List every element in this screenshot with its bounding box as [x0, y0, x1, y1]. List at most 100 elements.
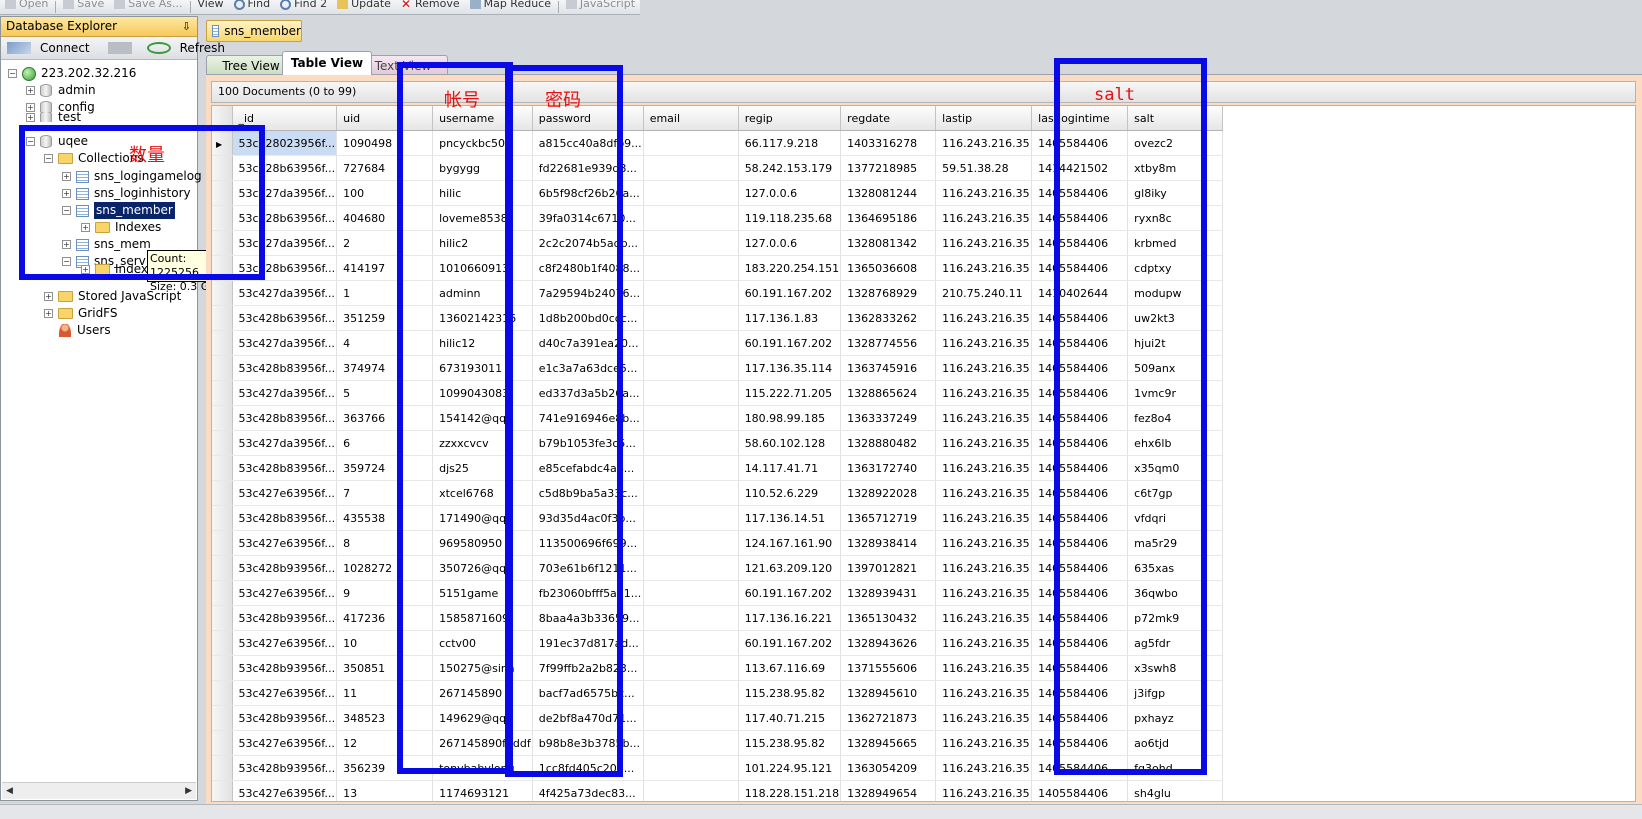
- cell-username[interactable]: cctv00: [432, 630, 533, 656]
- cell-username[interactable]: 350726@qq: [432, 555, 533, 581]
- tree-node-collection[interactable]: + sns_loginhistory: [62, 185, 191, 202]
- cell-id[interactable]: 53c427e63956f...: [232, 480, 338, 506]
- cell-id[interactable]: 53c428b63956f...: [232, 255, 338, 281]
- row-header[interactable]: [212, 205, 233, 231]
- cell-username[interactable]: 13602142316: [432, 305, 533, 331]
- cell-username[interactable]: bygygg: [432, 155, 533, 181]
- cell-uid[interactable]: 1: [336, 280, 434, 306]
- cell-lastlogintime[interactable]: 1405584406: [1031, 180, 1129, 206]
- cell-email[interactable]: [643, 730, 739, 756]
- cell-password[interactable]: 6b5f98cf26b26a...: [532, 180, 644, 206]
- cell-salt[interactable]: x35qm0: [1127, 455, 1224, 481]
- cell-salt[interactable]: ag5fdr: [1127, 630, 1224, 656]
- cell-regip[interactable]: 60.191.167.202: [738, 330, 842, 356]
- cell-id[interactable]: 53c428b93956f...: [232, 655, 338, 681]
- row-header[interactable]: [212, 155, 233, 181]
- cell-regdate[interactable]: 1328865624: [840, 380, 937, 406]
- cell-lastip[interactable]: 59.51.38.28: [935, 155, 1033, 181]
- cell-email[interactable]: [643, 680, 739, 706]
- cell-password[interactable]: 7f99ffb2a2b823...: [532, 655, 644, 681]
- collapse-icon[interactable]: −: [8, 69, 17, 78]
- row-header[interactable]: [212, 755, 233, 781]
- cell-salt[interactable]: vfdqri: [1127, 505, 1224, 531]
- table-row[interactable]: 53c428b63956f... 727684 bygygg fd22681e939d…: [212, 155, 1224, 181]
- cell-salt[interactable]: cdptxy: [1127, 255, 1224, 281]
- cell-regdate[interactable]: 1365036608: [840, 255, 937, 281]
- cell-regdate[interactable]: 1328081244: [840, 180, 937, 206]
- cell-salt[interactable]: 635xas: [1127, 555, 1224, 581]
- cell-username[interactable]: hilic12: [432, 330, 533, 356]
- cell-regip[interactable]: 117.136.1.83: [738, 305, 842, 331]
- cell-username[interactable]: 1585871609: [432, 605, 533, 631]
- table-row[interactable]: 53c428b63956f... 414197 1010660913 c8f2480b…: [212, 255, 1224, 281]
- expand-icon[interactable]: +: [26, 112, 35, 122]
- cell-id[interactable]: 53c428b93956f...: [232, 705, 338, 731]
- cell-username[interactable]: djs25: [432, 455, 533, 481]
- cell-lastip[interactable]: 116.243.216.35: [935, 255, 1033, 281]
- cell-password[interactable]: bacf7ad6575bc...: [532, 680, 644, 706]
- cell-lastlogintime[interactable]: 1405584406: [1031, 480, 1129, 506]
- cell-id[interactable]: 53c428b93956f...: [232, 605, 338, 631]
- cell-password[interactable]: b79b1053fe3c5...: [532, 430, 644, 456]
- cell-regip[interactable]: 117.136.14.51: [738, 505, 842, 531]
- cell-lastip[interactable]: 116.243.216.35: [935, 755, 1033, 781]
- cell-salt[interactable]: 509anx: [1127, 355, 1224, 381]
- cell-lastip[interactable]: 116.243.216.35: [935, 180, 1033, 206]
- cell-password[interactable]: e1c3a7a63dce5...: [532, 355, 644, 381]
- cell-email[interactable]: [643, 180, 739, 206]
- cell-regip[interactable]: 117.40.71.215: [738, 705, 842, 731]
- cell-lastip[interactable]: 116.243.216.35: [935, 405, 1033, 431]
- cell-regip[interactable]: 113.67.116.69: [738, 655, 842, 681]
- cell-lastlogintime[interactable]: 1405584406: [1031, 305, 1129, 331]
- cell-username[interactable]: 154142@qq: [432, 405, 533, 431]
- cell-regip[interactable]: 117.136.16.221: [738, 605, 842, 631]
- cell-salt[interactable]: ao6tjd: [1127, 730, 1224, 756]
- javascript-button[interactable]: JavaScript: [561, 0, 640, 11]
- cell-id[interactable]: 53c428b83956f...: [232, 405, 338, 431]
- cell-lastip[interactable]: 116.243.216.35: [935, 430, 1033, 456]
- cell-lastip[interactable]: 210.75.240.11: [935, 280, 1033, 306]
- cell-id[interactable]: 53c427da3956f...: [232, 180, 338, 206]
- cell-lastip[interactable]: 116.243.216.35: [935, 305, 1033, 331]
- cell-lastlogintime[interactable]: 1405584406: [1031, 230, 1129, 256]
- cell-email[interactable]: [643, 405, 739, 431]
- table-row[interactable]: 53c427da3956f... 5 1099043083 ed337d3a5b26a…: [212, 380, 1224, 406]
- cell-uid[interactable]: 1090498: [336, 130, 434, 156]
- cell-email[interactable]: [643, 630, 739, 656]
- table-row[interactable]: 53c427da3956f... 100 hilic 6b5f98cf26b26a..…: [212, 180, 1224, 206]
- cell-uid[interactable]: 356239: [336, 755, 434, 781]
- cell-uid[interactable]: 1028272: [336, 555, 434, 581]
- cell-lastip[interactable]: 116.243.216.35: [935, 780, 1033, 801]
- cell-regdate[interactable]: 1328774556: [840, 330, 937, 356]
- table-row[interactable]: 53c427e63956f... 12 267145890fgddf b98b8e3b…: [212, 730, 1224, 756]
- cell-lastlogintime[interactable]: 1410402644: [1031, 280, 1129, 306]
- cell-id[interactable]: 53c427da3956f...: [232, 230, 338, 256]
- expand-icon[interactable]: +: [81, 264, 90, 274]
- cell-password[interactable]: ed337d3a5b26a...: [532, 380, 644, 406]
- cell-lastlogintime[interactable]: 1405584406: [1031, 130, 1129, 156]
- table-row[interactable]: 53c428b93956f... 350851 150275@sina 7f99ffb…: [212, 655, 1224, 681]
- cell-lastip[interactable]: 116.243.216.35: [935, 580, 1033, 606]
- cell-regip[interactable]: 127.0.0.6: [738, 180, 842, 206]
- cell-uid[interactable]: 100: [336, 180, 434, 206]
- cell-password[interactable]: 703e61b6f1211...: [532, 555, 644, 581]
- collapse-icon[interactable]: −: [62, 257, 71, 266]
- cell-regip[interactable]: 110.52.6.229: [738, 480, 842, 506]
- cell-id[interactable]: 53c428b83956f...: [232, 455, 338, 481]
- table-row[interactable]: 53c428b93956f... 356239 tonybabylong 1cc8fd…: [212, 755, 1224, 781]
- cell-email[interactable]: [643, 755, 739, 781]
- cell-password[interactable]: 741e916946e8b...: [532, 405, 644, 431]
- cell-email[interactable]: [643, 480, 739, 506]
- row-header[interactable]: [212, 630, 233, 656]
- cell-regip[interactable]: 124.167.161.90: [738, 530, 842, 556]
- cell-regdate[interactable]: 1365712719: [840, 505, 937, 531]
- cell-uid[interactable]: 9: [336, 580, 434, 606]
- expand-icon[interactable]: +: [26, 86, 35, 95]
- cell-salt[interactable]: c6t7gp: [1127, 480, 1224, 506]
- cell-lastlogintime[interactable]: 1405584406: [1031, 405, 1129, 431]
- column-header-email[interactable]: email: [643, 106, 739, 131]
- cell-password[interactable]: 4f425a73dec83...: [532, 780, 644, 801]
- cell-uid[interactable]: 350851: [336, 655, 434, 681]
- collapse-icon[interactable]: −: [62, 206, 71, 215]
- cell-uid[interactable]: 10: [336, 630, 434, 656]
